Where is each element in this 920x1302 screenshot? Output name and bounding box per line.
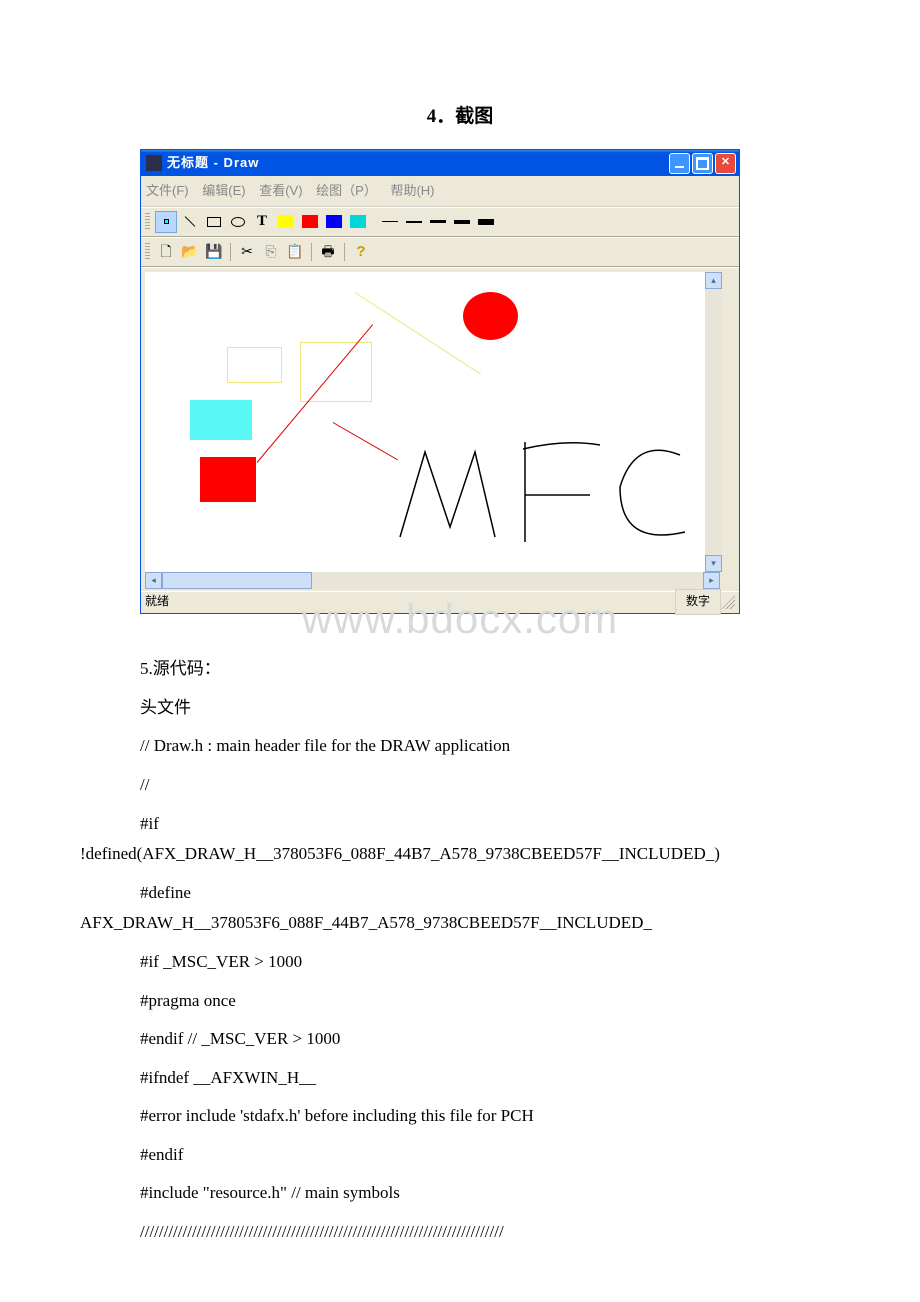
linewidth-5[interactable] xyxy=(475,211,497,233)
scroll-down-button[interactable]: ▾ xyxy=(705,555,722,572)
menu-file[interactable]: 文件(F) xyxy=(146,183,189,198)
linewidth-3[interactable] xyxy=(427,211,449,233)
save-button[interactable]: 💾 xyxy=(203,241,225,263)
toolbar-grip[interactable] xyxy=(145,213,150,231)
text-line: #pragma once xyxy=(140,986,880,1017)
menu-draw[interactable]: 绘图（P） xyxy=(316,183,377,198)
scroll-track[interactable] xyxy=(705,289,722,555)
text-line: #ifndef __AFXWIN_H__ xyxy=(140,1063,880,1094)
menu-bar: 文件(F) 编辑(E) 查看(V) 绘图（P） 帮助(H) xyxy=(141,176,739,206)
help-button[interactable]: ? xyxy=(350,241,372,263)
vertical-scrollbar[interactable]: ▴ ▾ xyxy=(705,272,722,572)
text-line: #if _MSC_VER > 1000 xyxy=(140,947,880,978)
window-controls xyxy=(669,153,736,174)
shape-red-rect xyxy=(200,457,256,502)
maximize-button[interactable] xyxy=(692,153,713,174)
drawing-canvas[interactable] xyxy=(145,272,705,572)
text-line: AFX_DRAW_H__378053F6_088F_44B7_A578_9738… xyxy=(80,908,880,939)
horizontal-scrollbar[interactable]: ◂ ▸ xyxy=(145,572,720,589)
tool-rectangle[interactable] xyxy=(203,211,225,233)
toolbar-separator xyxy=(344,243,345,261)
print-button[interactable]: 🖶 xyxy=(317,241,339,263)
document-body: 5.源代码： 头文件 // Draw.h : main header file … xyxy=(40,654,880,1248)
text-line: #endif xyxy=(140,1140,880,1171)
scroll-up-button[interactable]: ▴ xyxy=(705,272,722,289)
minimize-button[interactable] xyxy=(669,153,690,174)
menu-help[interactable]: 帮助(H) xyxy=(390,183,434,198)
window-title: 无标题 - Draw xyxy=(167,151,669,174)
open-button[interactable]: 📂 xyxy=(179,241,201,263)
color-red[interactable] xyxy=(299,211,321,233)
shape-red-circle xyxy=(463,292,518,340)
tool-dot[interactable] xyxy=(155,211,177,233)
shape-freehand-mfc xyxy=(395,437,695,557)
tool-line[interactable] xyxy=(179,211,201,233)
window-titlebar[interactable]: 无标题 - Draw xyxy=(141,150,739,176)
text-line: !defined(AFX_DRAW_H__378053F6_088F_44B7_… xyxy=(80,839,880,870)
section-heading: 4．截图 xyxy=(40,100,880,134)
paste-button[interactable]: 📋 xyxy=(284,241,306,263)
status-bar: 就绪 数字 xyxy=(141,591,739,613)
status-ready: 就绪 xyxy=(145,591,169,613)
text-line: // xyxy=(140,770,880,801)
toolbar-separator xyxy=(311,243,312,261)
drawing-toolbar: T xyxy=(141,207,739,237)
client-area: ▴ ▾ xyxy=(141,267,739,572)
shape-yellow-rect-1 xyxy=(227,347,282,383)
linewidth-2[interactable] xyxy=(403,211,425,233)
copy-button[interactable]: ⎘ xyxy=(260,241,282,263)
text-line: #error include 'stdafx.h' before includi… xyxy=(140,1101,880,1132)
text-line: #include "resource.h" // main symbols xyxy=(140,1178,880,1209)
text-line: 5.源代码： xyxy=(140,654,880,685)
app-icon xyxy=(146,155,162,171)
text-line: 头文件 xyxy=(140,693,880,724)
scroll-track[interactable] xyxy=(312,572,703,589)
screenshot-container: 无标题 - Draw 文件(F) 编辑(E) 查看(V) 绘图（P） 帮助(H)… xyxy=(140,149,740,613)
scroll-right-button[interactable]: ▸ xyxy=(703,572,720,589)
linewidth-1[interactable] xyxy=(379,211,401,233)
color-cyan[interactable] xyxy=(347,211,369,233)
color-blue[interactable] xyxy=(323,211,345,233)
linewidth-4[interactable] xyxy=(451,211,473,233)
shape-cyan-rect xyxy=(190,400,252,440)
toolbar-separator xyxy=(230,243,231,261)
status-numlock: 数字 xyxy=(675,589,721,615)
tool-ellipse[interactable] xyxy=(227,211,249,233)
resize-grip[interactable] xyxy=(721,595,735,609)
shape-yellow-line xyxy=(355,292,481,375)
cut-button[interactable]: ✂ xyxy=(236,241,258,263)
menu-edit[interactable]: 编辑(E) xyxy=(202,183,245,198)
color-yellow[interactable] xyxy=(275,211,297,233)
text-line: ////////////////////////////////////////… xyxy=(140,1217,880,1248)
text-line: #if xyxy=(140,809,880,840)
text-line: // Draw.h : main header file for the DRA… xyxy=(140,731,880,762)
toolbar-grip[interactable] xyxy=(145,243,150,261)
scroll-thumb[interactable] xyxy=(162,572,312,589)
app-window: 无标题 - Draw 文件(F) 编辑(E) 查看(V) 绘图（P） 帮助(H)… xyxy=(140,149,740,613)
shape-yellow-rect-2 xyxy=(300,342,372,402)
scroll-left-button[interactable]: ◂ xyxy=(145,572,162,589)
close-button[interactable] xyxy=(715,153,736,174)
menu-view[interactable]: 查看(V) xyxy=(259,183,302,198)
text-line: #define xyxy=(140,878,880,909)
standard-toolbar: 🗋 📂 💾 ✂ ⎘ 📋 🖶 ? xyxy=(141,237,739,267)
shape-red-line-2 xyxy=(333,422,398,460)
tool-text[interactable]: T xyxy=(251,211,273,233)
new-button[interactable]: 🗋 xyxy=(155,241,177,263)
text-line: #endif // _MSC_VER > 1000 xyxy=(140,1024,880,1055)
